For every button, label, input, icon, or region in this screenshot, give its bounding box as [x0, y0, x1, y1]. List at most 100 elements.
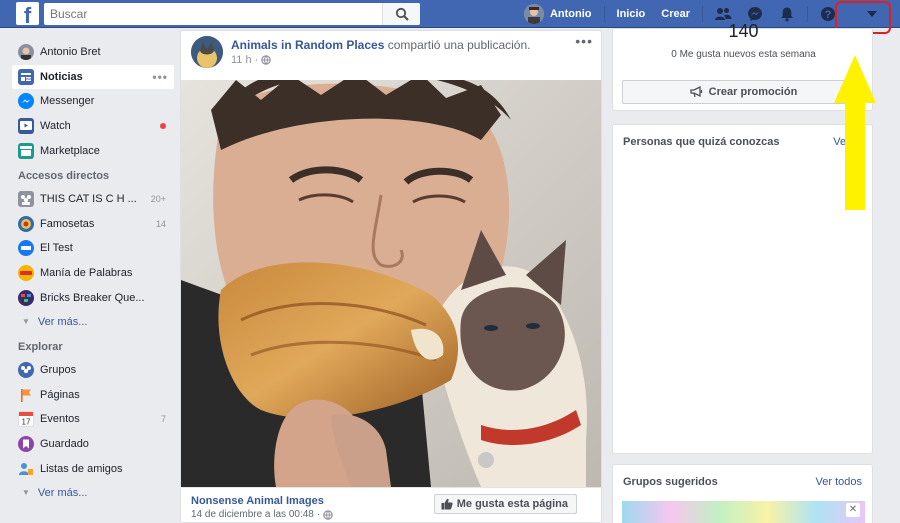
sidebar-item-label: Bricks Breaker Que... — [40, 291, 145, 304]
likes-count: 140 — [728, 21, 759, 41]
friends-icon — [715, 8, 732, 20]
meta-separator: · — [254, 54, 259, 66]
news-feed-icon — [18, 68, 34, 85]
messenger-icon — [18, 93, 34, 110]
mania-de-palabras-icon — [18, 265, 34, 282]
see-more-explore-link[interactable]: ▼ Ver más... — [12, 481, 174, 505]
post-options-button[interactable]: ••• — [575, 33, 593, 49]
groups-icon — [18, 362, 34, 379]
suggested-groups-title: Grupos sugeridos — [623, 476, 718, 488]
divider — [702, 6, 703, 22]
sidebar-item-label: Listas de amigos — [40, 462, 123, 475]
suggested-groups-see-all-link[interactable]: Ver todos — [816, 476, 862, 488]
sidebar-item-shortcut[interactable]: THIS CAT IS C H ... 20+ — [12, 187, 174, 212]
svg-text:17: 17 — [22, 418, 31, 427]
pymk-title: Personas que quizá conozcas — [623, 136, 780, 148]
notification-dot — [160, 123, 166, 130]
bricks-breaker-icon — [18, 289, 34, 306]
sidebar-item-label: THIS CAT IS C H ... — [40, 193, 137, 206]
sidebar-item-watch[interactable]: Watch — [12, 114, 174, 139]
profile-name: Antonio — [549, 8, 592, 20]
sidebar-item-count: 14 — [155, 218, 166, 229]
sidebar-item-label: El Test — [40, 242, 73, 255]
shortcuts-heading: Accesos directos — [18, 169, 110, 182]
thumbs-up-icon — [441, 498, 453, 510]
search-input[interactable] — [44, 3, 382, 25]
sidebar-item-groups[interactable]: Grupos — [12, 358, 174, 383]
chevron-down-icon: ▼ — [22, 488, 30, 498]
like-page-label: Me gusta esta página — [456, 498, 568, 510]
sidebar-item-label: Noticias — [40, 70, 83, 83]
el-test-icon — [18, 240, 34, 257]
post-time[interactable]: 11 h — [231, 54, 252, 66]
sidebar-item-shortcut[interactable]: Manía de Palabras — [12, 261, 174, 286]
left-sidebar: Antonio Bret Noticias ••• Messenger Watc… — [12, 40, 174, 505]
post-photo[interactable] — [181, 80, 601, 487]
help-icon: ? — [821, 7, 835, 21]
bell-icon — [781, 7, 793, 22]
globe-icon — [323, 509, 334, 520]
man-eating-sandwich-with-cat-photo — [181, 80, 601, 487]
meta-separator: · — [316, 509, 321, 520]
more-options-icon[interactable]: ••• — [152, 70, 168, 84]
svg-text:?: ? — [825, 9, 832, 21]
like-page-button[interactable]: Me gusta esta página — [433, 494, 577, 514]
sidebar-item-count: 20+ — [150, 194, 166, 205]
sidebar-profile-link[interactable]: Antonio Bret — [12, 40, 174, 65]
sidebar-item-news-feed[interactable]: Noticias ••• — [12, 64, 174, 90]
sidebar-item-saved[interactable]: Guardado — [12, 432, 174, 457]
source-date: 14 de diciembre a las 00:48 · — [191, 509, 334, 520]
see-more-shortcuts-link[interactable]: ▼ Ver más... — [12, 310, 174, 334]
suggested-group-cover-image[interactable] — [622, 501, 865, 523]
friend-list-icon — [18, 461, 34, 477]
group-icon — [18, 191, 34, 208]
marketplace-icon — [18, 142, 34, 159]
watch-icon — [18, 118, 34, 135]
sidebar-item-label: Messenger — [40, 95, 95, 108]
sidebar-item-count: 7 — [160, 414, 166, 425]
profile-link[interactable]: Antonio — [516, 0, 600, 28]
post-action-text: compartió una publicación. — [387, 38, 531, 52]
sidebar-item-label: Famosetas — [40, 217, 95, 230]
avatar — [18, 44, 34, 61]
sidebar-item-marketplace[interactable]: Marketplace — [12, 138, 174, 163]
sidebar-item-shortcut[interactable]: El Test — [12, 236, 174, 261]
post-title: Animals in Random Places compartió una p… — [231, 38, 531, 52]
page-avatar[interactable] — [191, 36, 223, 68]
sidebar-item-shortcut[interactable]: Bricks Breaker Que... — [12, 285, 174, 310]
sidebar-item-events[interactable]: 17 Eventos 7 — [12, 407, 174, 432]
sidebar-item-friend-lists[interactable]: Listas de amigos — [12, 456, 174, 481]
facebook-logo[interactable]: f — [16, 2, 39, 25]
see-more-label: Ver más... — [37, 315, 88, 328]
create-promotion-button[interactable]: Crear promoción — [622, 80, 865, 104]
sidebar-item-label: Eventos — [40, 413, 80, 426]
megaphone-icon — [690, 86, 702, 98]
sidebar-item-pages[interactable]: Páginas — [12, 383, 174, 408]
messenger-icon — [748, 7, 762, 21]
sidebar-item-shortcut[interactable]: Famosetas 14 — [12, 212, 174, 237]
sidebar-item-label: Marketplace — [40, 144, 100, 157]
sidebar-item-label: Manía de Palabras — [40, 267, 133, 280]
see-more-label: Ver más... — [37, 486, 88, 499]
close-icon[interactable]: ✕ — [846, 503, 860, 517]
sidebar-item-messenger[interactable]: Messenger — [12, 89, 174, 114]
create-promotion-label: Crear promoción — [708, 86, 798, 98]
search-box — [44, 3, 420, 25]
divider — [807, 6, 808, 22]
calendar-icon: 17 — [18, 411, 34, 428]
search-button[interactable] — [382, 3, 420, 25]
bookmark-icon — [18, 436, 34, 453]
sidebar-item-label: Guardado — [40, 438, 89, 451]
sidebar-profile-name: Antonio Bret — [40, 46, 101, 59]
globe-icon — [261, 55, 272, 65]
search-icon — [395, 7, 409, 21]
suggested-groups-card: Grupos sugeridos Ver todos ✕ — [612, 464, 873, 523]
flag-icon — [18, 387, 34, 403]
page-name-link[interactable]: Animals in Random Places — [231, 38, 384, 52]
source-page-link[interactable]: Nonsense Animal Images — [191, 495, 324, 507]
source-date-text[interactable]: 14 de diciembre a las 00:48 — [191, 509, 314, 520]
sidebar-item-label: Watch — [40, 120, 71, 133]
annotation-arrow-icon — [834, 55, 876, 210]
divider — [603, 6, 605, 22]
sidebar-item-label: Páginas — [40, 388, 80, 401]
